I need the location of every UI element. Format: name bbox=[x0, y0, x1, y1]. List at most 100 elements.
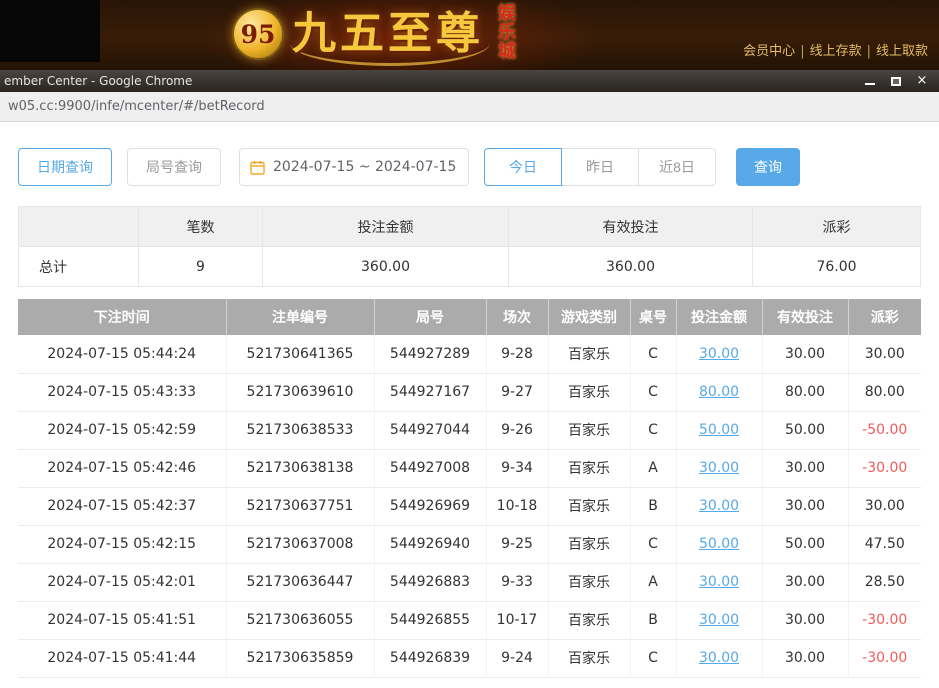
last-8-days-button[interactable]: 近8日 bbox=[638, 148, 716, 186]
cell-bet-amount: 50.00 bbox=[676, 525, 762, 563]
casino-banner: 95 九五至尊 娱乐城 会员中心|线上存款|线上取款 bbox=[0, 0, 939, 70]
cell-session: 10-17 bbox=[486, 601, 548, 639]
cell-payout: 47.50 bbox=[848, 525, 921, 563]
cell-table-no: A bbox=[630, 449, 676, 487]
minimize-button[interactable] bbox=[863, 75, 877, 87]
date-range-input[interactable]: 2024-07-15 ~ 2024-07-15 bbox=[239, 148, 469, 186]
bet-amount-link[interactable]: 30.00 bbox=[699, 612, 739, 628]
cell-table-no: C bbox=[630, 411, 676, 449]
table-row: 2024-07-15 05:42:15 521730637008 5449269… bbox=[18, 525, 921, 563]
search-button[interactable]: 查询 bbox=[736, 148, 800, 186]
cell-game-type: 百家乐 bbox=[548, 563, 630, 601]
cell-round-no: 544926940 bbox=[374, 525, 486, 563]
table-row: 2024-07-15 05:43:33 521730639610 5449271… bbox=[18, 373, 921, 411]
cell-table-no: A bbox=[630, 563, 676, 601]
cell-round-no: 544927008 bbox=[374, 449, 486, 487]
quick-range-group: 今日 昨日 近8日 bbox=[484, 148, 716, 186]
nav-online-deposit[interactable]: 线上存款 bbox=[810, 44, 862, 59]
cell-table-no: C bbox=[630, 335, 676, 373]
cell-valid-bet: 30.00 bbox=[762, 639, 848, 677]
screen: 95 九五至尊 娱乐城 会员中心|线上存款|线上取款 ember Center … bbox=[0, 0, 939, 688]
bet-amount-link[interactable]: 80.00 bbox=[699, 384, 739, 400]
bet-amount-link[interactable]: 50.00 bbox=[699, 536, 739, 552]
cell-bet-time: 2024-07-15 05:42:59 bbox=[18, 411, 226, 449]
header-bet-time: 下注时间 bbox=[18, 299, 226, 335]
cell-table-no: C bbox=[630, 525, 676, 563]
cell-round-no: 544926855 bbox=[374, 601, 486, 639]
header-table-no: 桌号 bbox=[630, 299, 676, 335]
minimize-icon bbox=[865, 83, 875, 85]
table-row: 2024-07-15 05:42:46 521730638138 5449270… bbox=[18, 449, 921, 487]
date-query-tab[interactable]: 日期查询 bbox=[18, 148, 112, 186]
cell-round-no: 544927289 bbox=[374, 335, 486, 373]
bet-record-page: 日期查询 局号查询 2024-07-15 ~ 2024-07-15 今日 昨日 … bbox=[0, 122, 939, 678]
cell-session: 9-25 bbox=[486, 525, 548, 563]
filter-toolbar: 日期查询 局号查询 2024-07-15 ~ 2024-07-15 今日 昨日 … bbox=[18, 148, 921, 186]
cell-round-no: 544927167 bbox=[374, 373, 486, 411]
cell-bet-amount: 30.00 bbox=[676, 639, 762, 677]
cell-valid-bet: 50.00 bbox=[762, 525, 848, 563]
calendar-icon bbox=[250, 160, 265, 175]
cell-valid-bet: 30.00 bbox=[762, 563, 848, 601]
bet-amount-link[interactable]: 30.00 bbox=[699, 346, 739, 362]
window-titlebar[interactable]: ember Center - Google Chrome × bbox=[0, 70, 939, 92]
today-button[interactable]: 今日 bbox=[484, 148, 562, 186]
casino-logo-title: 九五至尊 bbox=[292, 4, 484, 64]
bet-amount-link[interactable]: 30.00 bbox=[699, 460, 739, 476]
header-round-no: 局号 bbox=[374, 299, 486, 335]
banner-nav: 会员中心 | 线上存款 | 线上取款 bbox=[738, 40, 933, 59]
cell-bet-time: 2024-07-15 05:41:44 bbox=[18, 639, 226, 677]
cell-payout: 28.50 bbox=[848, 563, 921, 601]
banner-black-panel bbox=[0, 0, 100, 62]
cell-bet-time: 2024-07-15 05:41:51 bbox=[18, 601, 226, 639]
cell-valid-bet: 30.00 bbox=[762, 335, 848, 373]
table-row: 2024-07-15 05:42:01 521730636447 5449268… bbox=[18, 563, 921, 601]
bet-table-header-row: 下注时间 注单编号 局号 场次 游戏类别 桌号 投注金额 有效投注 派彩 bbox=[18, 299, 921, 335]
address-bar[interactable]: w05.cc:9900/infe/mcenter/#/betRecord bbox=[0, 92, 939, 122]
cell-session: 10-18 bbox=[486, 487, 548, 525]
summary-total-row: 总计 9 360.00 360.00 76.00 bbox=[19, 247, 921, 287]
nav-member-center[interactable]: 会员中心 bbox=[743, 44, 795, 59]
summary-header-bet-amount: 投注金额 bbox=[263, 207, 509, 247]
cell-order-no: 521730637008 bbox=[226, 525, 374, 563]
summary-valid-bet-value: 360.00 bbox=[509, 247, 753, 287]
cell-order-no: 521730638138 bbox=[226, 449, 374, 487]
round-query-tab[interactable]: 局号查询 bbox=[127, 148, 221, 186]
cell-order-no: 521730641365 bbox=[226, 335, 374, 373]
cell-session: 9-27 bbox=[486, 373, 548, 411]
cell-bet-amount: 30.00 bbox=[676, 601, 762, 639]
cell-table-no: B bbox=[630, 487, 676, 525]
header-bet-amount: 投注金额 bbox=[676, 299, 762, 335]
maximize-button[interactable] bbox=[889, 75, 903, 87]
cell-valid-bet: 50.00 bbox=[762, 411, 848, 449]
table-row: 2024-07-15 05:44:24 521730641365 5449272… bbox=[18, 335, 921, 373]
cell-valid-bet: 30.00 bbox=[762, 449, 848, 487]
nav-separator: | bbox=[800, 44, 804, 59]
cell-payout: -30.00 bbox=[848, 449, 921, 487]
cell-bet-amount: 30.00 bbox=[676, 449, 762, 487]
cell-table-no: B bbox=[630, 601, 676, 639]
bet-record-table: 下注时间 注单编号 局号 场次 游戏类别 桌号 投注金额 有效投注 派彩 202… bbox=[18, 299, 921, 678]
summary-payout-value: 76.00 bbox=[753, 247, 921, 287]
summary-bet-amount-value: 360.00 bbox=[263, 247, 509, 287]
cell-payout: -30.00 bbox=[848, 639, 921, 677]
cell-payout: -50.00 bbox=[848, 411, 921, 449]
close-button[interactable]: × bbox=[915, 75, 929, 87]
cell-round-no: 544926839 bbox=[374, 639, 486, 677]
summary-table: 笔数 投注金额 有效投注 派彩 总计 9 360.00 360.00 76.00 bbox=[18, 206, 921, 287]
summary-total-label: 总计 bbox=[19, 247, 139, 287]
bet-amount-link[interactable]: 30.00 bbox=[699, 498, 739, 514]
bet-amount-link[interactable]: 30.00 bbox=[699, 650, 739, 666]
cell-game-type: 百家乐 bbox=[548, 525, 630, 563]
cell-table-no: C bbox=[630, 639, 676, 677]
cell-bet-amount: 30.00 bbox=[676, 335, 762, 373]
cell-game-type: 百家乐 bbox=[548, 449, 630, 487]
summary-header-count: 笔数 bbox=[139, 207, 263, 247]
bet-amount-link[interactable]: 30.00 bbox=[699, 574, 739, 590]
bet-amount-link[interactable]: 50.00 bbox=[699, 422, 739, 438]
nav-separator: | bbox=[867, 44, 871, 59]
cell-payout: 80.00 bbox=[848, 373, 921, 411]
yesterday-button[interactable]: 昨日 bbox=[561, 148, 639, 186]
summary-header-payout: 派彩 bbox=[753, 207, 921, 247]
nav-online-withdraw[interactable]: 线上取款 bbox=[876, 44, 928, 59]
